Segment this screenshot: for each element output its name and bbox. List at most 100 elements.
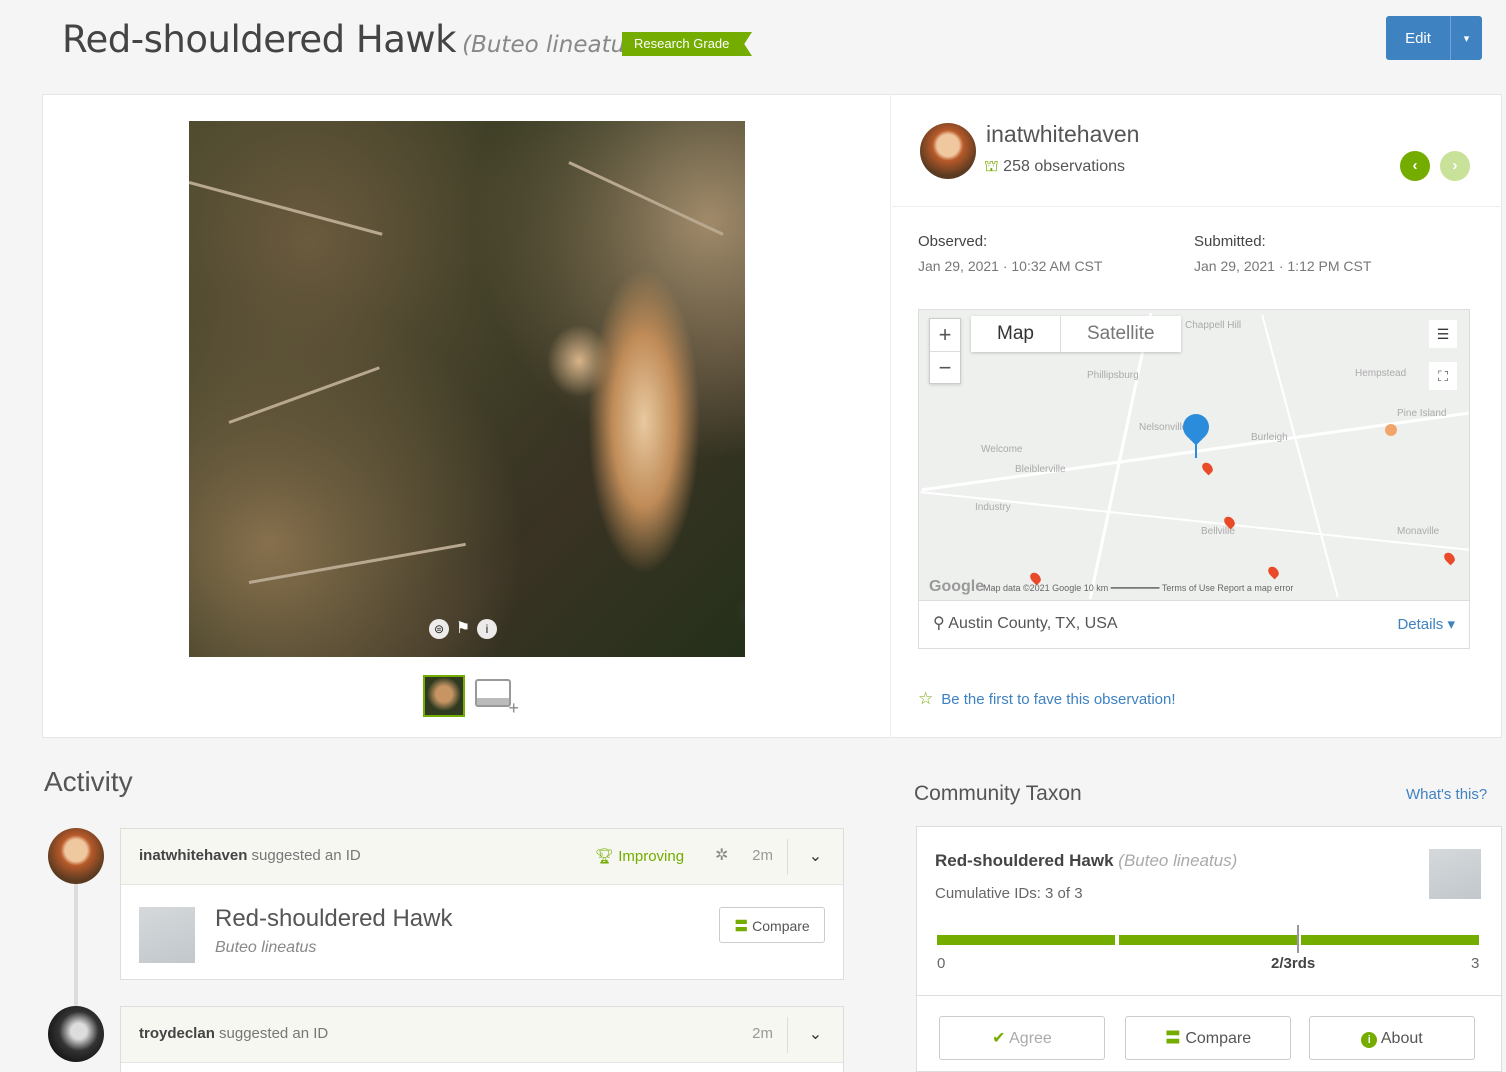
photo-detail [248,542,466,584]
observer-box: inatwhitehaven ⛫ 258 observations ‹ › [892,95,1502,207]
compare-label[interactable]: Compare [1185,1030,1251,1047]
community-taxon-heading: Community Taxon [914,782,1082,805]
two-thirds-marker [1297,925,1299,953]
compare-icon: 〓 [1164,1030,1181,1047]
fave-link[interactable]: ☆ Be the first to fave this observation! [918,689,1176,709]
add-photo-icon[interactable]: + [475,675,519,718]
map-road [1088,312,1153,600]
taxon-scientific-name: (Buteo lineatus) [462,32,647,58]
edit-label[interactable]: Edit [1386,30,1450,47]
star-icon[interactable]: ☆ [918,689,933,708]
compare-label[interactable]: Compare [752,918,810,934]
community-taxon-common[interactable]: Red-shouldered Hawk [935,851,1114,870]
map-place-label: Industry [975,502,1011,513]
nearby-observation-marker[interactable] [1200,460,1215,476]
taxon-common-name[interactable]: Red-shouldered Hawk [62,18,457,61]
previous-arrow-icon[interactable]: ‹ [1400,151,1430,181]
about-label[interactable]: About [1381,1030,1423,1047]
identification-action: suggested an ID [247,847,361,864]
submitted-date: Submitted: Jan 29, 2021 · 1:12 PM CST [1194,233,1371,274]
agreement-bar-segment [1301,935,1479,945]
observer-name[interactable]: inatwhitehaven [986,121,1139,148]
avatar[interactable] [920,123,976,179]
community-taxon-box: Red-shouldered Hawk (Buteo lineatus) Cum… [916,826,1502,996]
taxon-photo[interactable] [139,907,195,963]
observation-count-label[interactable]: 258 observations [1003,158,1125,175]
photo-column: ⊜ ⚑ i + [43,95,891,737]
zoom-in-button[interactable]: + [930,319,960,351]
scale-max: 3 [1471,955,1480,972]
scale-min: 0 [937,955,946,972]
submitted-label: Submitted: [1194,233,1266,250]
map-place-label: Burleigh [1251,432,1288,443]
checkmark-icon: ✔ [992,1030,1006,1047]
observation-count[interactable]: ⛫ 258 observations [984,157,1125,177]
agree-label[interactable]: Agree [1009,1030,1052,1047]
map-place-label: Phillipsburg [1087,370,1139,381]
map-type-map[interactable]: Map [971,316,1060,352]
details-link[interactable]: Details ▾ [1397,615,1455,633]
observed-label: Observed: [918,233,988,250]
photo-detail [228,366,380,424]
layers-icon[interactable]: ☰ [1429,320,1457,348]
compare-icon: 〓 [734,918,749,934]
map-road [1261,314,1339,598]
location-pin-tail [1195,436,1197,458]
zoom-control: + − [929,318,961,384]
chevron-down-icon[interactable]: ⌄ [787,1017,843,1053]
next-arrow-icon[interactable]: › [1440,151,1470,181]
id-taxon-common[interactable]: Red-shouldered Hawk [215,905,452,933]
map-attribution[interactable]: Map data ©2021 Google 10 km ━━━━━━━━━ Te… [983,583,1293,594]
chevron-down-icon[interactable]: ⌄ [787,839,843,875]
trophy-icon: 🏆︎ [595,848,619,865]
identifier-name[interactable]: troydeclan [139,1025,215,1042]
community-taxon-name: Red-shouldered Hawk (Buteo lineatus) [935,851,1237,871]
fave-text[interactable]: Be the first to fave this observation! [941,691,1175,708]
license-icon[interactable]: ⊜ [429,619,449,639]
bug-icon: ✲ [715,847,729,864]
nearby-observation-marker[interactable] [1266,564,1281,580]
fullscreen-icon[interactable]: ⛶ [1429,362,1457,390]
identification-author: inatwhitehaven suggested an ID [139,847,361,864]
community-taxon-scientific: (Buteo lineatus) [1118,851,1238,870]
whats-this-link[interactable]: What's this? [1406,786,1487,803]
chevron-down-icon[interactable]: ▾ [1451,32,1482,45]
map-place-label: Nelsonville [1139,422,1188,433]
avatar[interactable] [48,1006,104,1062]
map-place-label: Chappell Hill [1185,320,1242,331]
location-map[interactable]: Chappell Hill Phillipsburg Hempstead Pin… [918,309,1470,601]
avatar[interactable] [48,828,104,884]
map-type-satellite[interactable]: Satellite [1059,316,1181,352]
identifier-name[interactable]: inatwhitehaven [139,847,247,864]
place-name-label: Austin County, TX, USA [948,615,1118,632]
nearby-observation-marker[interactable] [1442,550,1457,566]
binoculars-icon: ⛫ [984,158,999,175]
google-logo: Google [929,578,985,595]
photo-detail [568,161,724,236]
observation-panel: ⊜ ⚑ i + inatwhitehaven ⛫ 258 observation… [42,94,1502,738]
map-type-toggle: Map Satellite [971,316,1181,352]
info-column: inatwhitehaven ⛫ 258 observations ‹ › Ob… [892,95,1502,737]
observation-navigation: ‹ › [1400,151,1470,181]
observation-page: Red-shouldered Hawk (Buteo lineatus) Res… [0,0,1506,1072]
taxon-photo[interactable] [1429,849,1481,899]
map-marker-icon: ⚲ [933,615,949,632]
activity-heading: Activity [44,766,133,797]
flag-icon[interactable]: ⚑ [453,619,473,639]
photo-thumbnail[interactable] [423,675,465,717]
photo-detail [189,181,383,236]
identification-time: 2m [752,1025,773,1042]
page-title: Red-shouldered Hawk (Buteo lineatus) [62,18,646,61]
zoom-out-button[interactable]: − [930,351,960,383]
agreement-bar-segment [937,935,1115,945]
community-taxon-actions: ✔ Agree 〓 Compare i About [916,996,1502,1072]
map-place-label: Monaville [1397,526,1440,537]
about-button[interactable]: i About [1309,1016,1475,1060]
map-place-label: Hempstead [1355,368,1407,379]
edit-button[interactable]: Edit ▾ [1386,16,1482,60]
agree-button[interactable]: ✔ Agree [939,1016,1105,1060]
info-icon[interactable]: i [477,619,497,639]
compare-button[interactable]: 〓 Compare [1125,1016,1291,1060]
compare-button[interactable]: 〓 Compare [719,907,825,943]
observation-photo[interactable]: ⊜ ⚑ i [189,121,745,657]
